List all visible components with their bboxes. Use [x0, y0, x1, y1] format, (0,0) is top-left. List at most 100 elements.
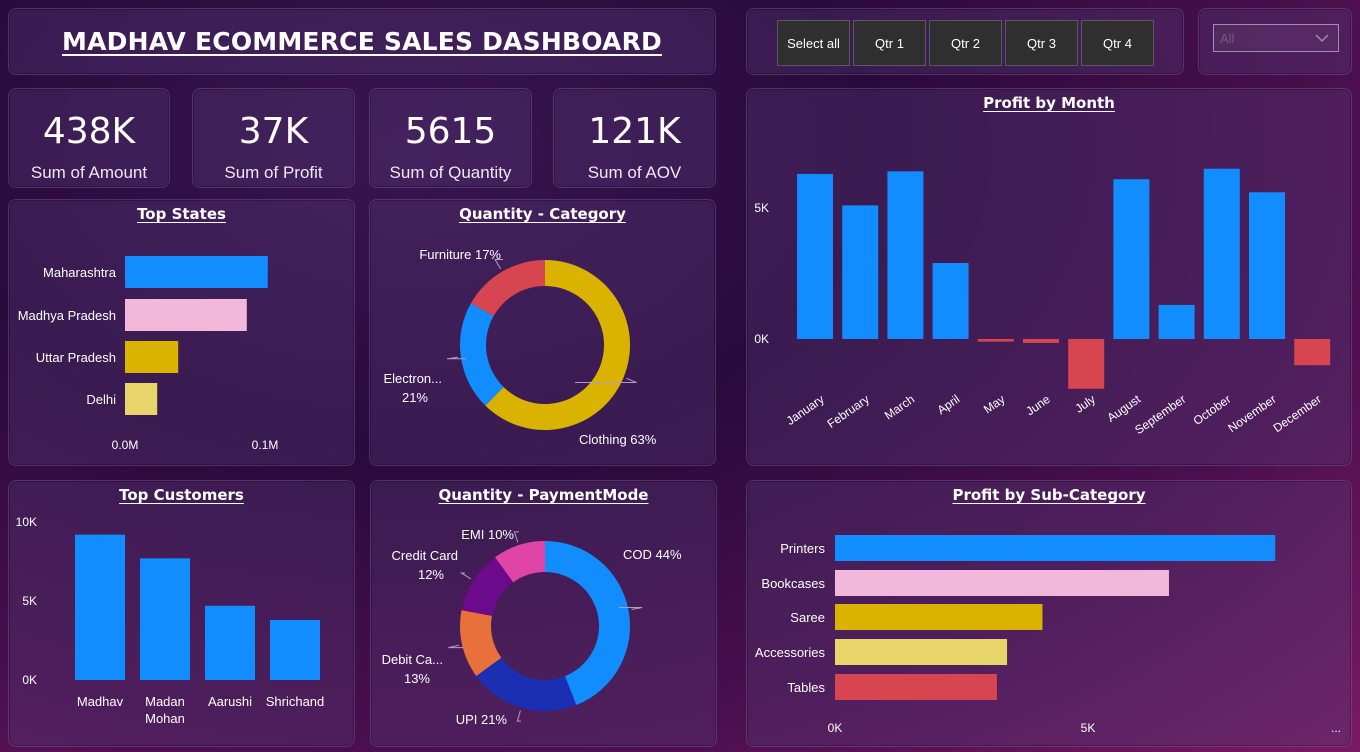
slice-label: Debit Ca... — [382, 652, 443, 667]
bar-december — [1294, 339, 1331, 366]
slicer-qtr2-button[interactable]: Qtr 2 — [929, 20, 1002, 66]
x-tick-label: April — [935, 392, 963, 417]
bar-january — [797, 173, 833, 339]
slicer-select-all-button[interactable]: Select all — [777, 20, 850, 66]
slice-label: Furniture 17% — [419, 247, 501, 262]
filter-dropdown-value: All — [1220, 30, 1235, 46]
bar-june — [1023, 339, 1059, 343]
x-tick-label: July — [1072, 392, 1098, 416]
y-tick-label: 5K — [754, 201, 769, 215]
y-tick-label: 5K — [22, 594, 37, 608]
bar-madan-mohan — [140, 558, 190, 680]
category-label: Uttar Pradesh — [36, 350, 116, 365]
bar-saree — [835, 604, 1043, 630]
slicer-qtr1-button[interactable]: Qtr 1 — [853, 20, 926, 66]
kpi-label: Sum of Quantity — [389, 163, 512, 182]
category-label: Madhya Pradesh — [18, 308, 116, 323]
quantity-category-chart: Clothing 63% Electron... 21% Furniture 17% — [383, 247, 657, 447]
kpi-value: 37K — [238, 111, 309, 152]
slicer-qtr3-button[interactable]: Qtr 3 — [1005, 20, 1078, 66]
category-label: Tables — [787, 680, 825, 695]
bar-delhi — [125, 383, 158, 415]
x-tick-label: September — [1132, 392, 1188, 437]
kpi-card-aov: 121K Sum of AOV — [553, 88, 716, 188]
x-tick-label: 5K — [1081, 721, 1096, 735]
bar-may — [977, 339, 1014, 342]
quantity-paymentmode-chart: COD 44% UPI 21% Debit Ca... 13% Credit Card 1… — [382, 527, 682, 727]
leader-line — [448, 644, 464, 649]
y-tick-label: 0K — [754, 332, 769, 346]
x-tick-label: June — [1023, 392, 1053, 419]
profit-by-month-chart: 0K 5K JanuaryFebruary March April May June July… — [754, 168, 1331, 437]
slice-label: 13% — [404, 671, 430, 686]
x-tick-label: Madan — [145, 694, 185, 709]
profit-by-month-card: Profit by Month 0K 5K January February March… — [746, 88, 1352, 466]
bar-april — [932, 263, 969, 339]
x-tick-label: December — [1271, 392, 1324, 435]
slice-label: 12% — [418, 567, 444, 582]
y-tick-label: 10K — [16, 515, 37, 529]
bar-uttar-pradesh — [125, 341, 179, 373]
profit-by-subcategory-chart: Printers Bookcases Saree Accessories Tables 0… — [755, 535, 1341, 735]
bar-august — [1113, 179, 1150, 339]
dashboard-title: MADHAV ECOMMERCE SALES DASHBOARD — [62, 27, 662, 56]
bar-february — [842, 205, 879, 339]
slice-label: 21% — [402, 390, 428, 405]
kpi-value: 121K — [588, 111, 681, 152]
quarter-slicer: Select all Qtr 1 Qtr 2 Qtr 3 Qtr 4 — [746, 8, 1184, 75]
slice-label: Credit Card — [392, 548, 458, 563]
quantity-paymentmode-card: Quantity - PaymentMode COD 44% UPI 21% Deb… — [370, 480, 717, 747]
kpi-value: 438K — [42, 111, 136, 152]
category-label: Maharashtra — [43, 265, 117, 280]
x-tick-label: February — [825, 392, 872, 431]
profit-by-subcategory-card: Profit by Sub-Category Printers Bookcases… — [746, 480, 1352, 747]
category-label: Accessories — [755, 645, 826, 660]
category-label: Saree — [790, 610, 825, 625]
top-states-chart: Maharashtra Madhya Pradesh Uttar Pradesh De… — [18, 256, 279, 452]
x-tick-label: 0K — [828, 721, 843, 735]
bar-aarushi — [205, 605, 255, 680]
x-tick-label: Madhav — [77, 694, 124, 709]
x-tick-label: Aarushi — [208, 694, 252, 709]
bar-printers — [835, 535, 1276, 561]
kpi-card-quantity: 5615 Sum of Quantity — [369, 88, 532, 188]
slice-label: UPI 21% — [456, 712, 508, 727]
slice-label: COD 44% — [623, 547, 682, 562]
x-tick-label: August — [1104, 392, 1143, 425]
bar-shrichand — [270, 619, 320, 680]
x-tick-label: Mohan — [145, 711, 185, 726]
top-states-card: Top States Maharashtra Madhya Pradesh Utta… — [8, 199, 355, 466]
slice-label: Clothing 63% — [579, 432, 657, 447]
category-label: Printers — [780, 541, 825, 556]
x-tick-label: Shrichand — [266, 694, 325, 709]
kpi-card-profit: 37K Sum of Profit — [192, 88, 355, 188]
x-tick-label: 0.0M — [112, 438, 139, 452]
kpi-label: Sum of AOV — [587, 163, 682, 182]
top-customers-card: Top Customers 0K 5K 10K Madhav Madan Mohan Aar… — [8, 480, 355, 747]
bar-october — [1203, 168, 1240, 339]
x-tick-label: January — [784, 392, 827, 428]
x-tick-label: November — [1225, 392, 1278, 435]
kpi-label: Sum of Profit — [224, 163, 323, 182]
filter-dropdown[interactable]: All — [1213, 24, 1339, 52]
leader-line — [516, 710, 521, 722]
bar-maharashtra — [125, 256, 268, 288]
leader-line — [459, 572, 471, 580]
slicer-qtr4-button[interactable]: Qtr 4 — [1081, 20, 1154, 66]
bar-madhav — [75, 534, 125, 680]
slice-label: Electron... — [383, 371, 442, 386]
kpi-label: Sum of Amount — [30, 163, 148, 182]
top-customers-chart: 0K 5K 10K Madhav Madan Mohan Aarushi Shrichand — [16, 515, 325, 726]
quantity-category-card: Quantity - Category Clothing 63% Electron… — [369, 199, 716, 466]
x-tick-label: May — [981, 392, 1008, 416]
bar-july — [1068, 339, 1105, 389]
dashboard-title-panel: MADHAV ECOMMERCE SALES DASHBOARD — [8, 8, 716, 75]
filter-dropdown-panel: All — [1198, 8, 1352, 75]
x-tick-label: 0.1M — [252, 438, 279, 452]
bar-tables — [835, 674, 997, 700]
slice-upi — [476, 657, 577, 711]
category-label: Delhi — [86, 392, 116, 407]
bar-madhya-pradesh — [125, 299, 247, 331]
chevron-down-icon — [1315, 34, 1329, 43]
bar-september — [1158, 304, 1195, 339]
